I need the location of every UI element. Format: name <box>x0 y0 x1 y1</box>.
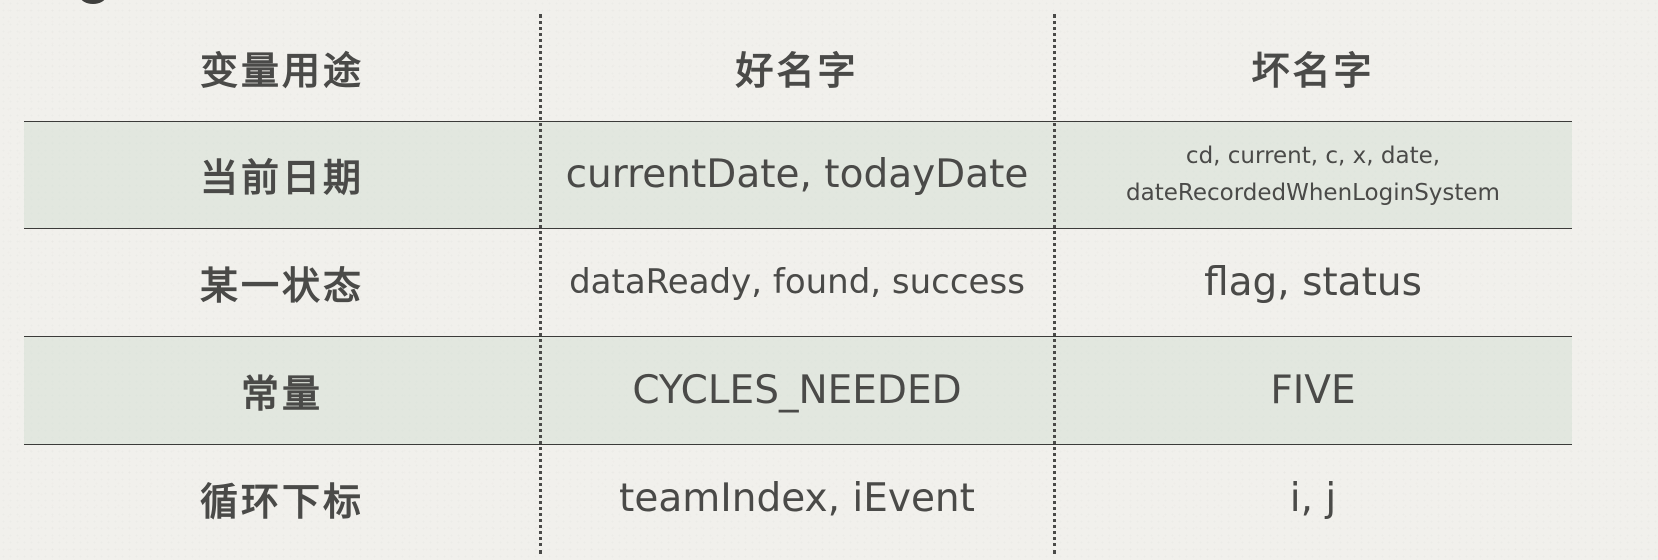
bad-name-text: cd, current, c, x, date, dateRecordedWhe… <box>1126 138 1500 212</box>
cell-purpose: 常量 <box>24 336 540 444</box>
purpose-text: 某一状态 <box>199 263 364 308</box>
table-row: 常量 CYCLES_NEEDED FIVE <box>24 336 1572 444</box>
header-purpose: 变量用途 <box>199 49 364 93</box>
table-header-row: 变量用途 好名字 坏名字 <box>24 14 1572 121</box>
cell-good: dataReady, found, success <box>540 228 1054 336</box>
header-bad-name: 坏名字 <box>1251 49 1375 93</box>
good-name-text: CYCLES_NEEDED <box>632 367 962 413</box>
cell-bad: FIVE <box>1054 336 1572 444</box>
cell-purpose: 某一状态 <box>24 228 540 336</box>
bad-name-text: i, j <box>1289 475 1337 521</box>
header-cell-good: 好名字 <box>540 14 1054 121</box>
naming-table: 变量用途 好名字 坏名字 当前日期 currentDate, todayDate… <box>0 0 1658 560</box>
cell-good: teamIndex, iEvent <box>540 444 1054 552</box>
column-divider <box>539 14 542 554</box>
good-name-text: teamIndex, iEvent <box>619 475 975 521</box>
row-divider <box>24 336 1572 337</box>
table-row: 某一状态 dataReady, found, success flag, sta… <box>24 228 1572 336</box>
cell-bad: i, j <box>1054 444 1572 552</box>
cell-purpose: 循环下标 <box>24 444 540 552</box>
bad-name-text: FIVE <box>1270 367 1356 413</box>
bad-name-text: flag, status <box>1204 259 1422 305</box>
cell-good: currentDate, todayDate <box>540 121 1054 228</box>
header-cell-purpose: 变量用途 <box>24 14 540 121</box>
cell-good: CYCLES_NEEDED <box>540 336 1054 444</box>
bad-name-line-2: dateRecordedWhenLoginSystem <box>1126 179 1500 206</box>
table-row: 当前日期 currentDate, todayDate cd, current,… <box>24 121 1572 228</box>
good-name-text: currentDate, todayDate <box>565 152 1029 197</box>
header-good-name: 好名字 <box>735 49 859 93</box>
bad-name-line-1: cd, current, c, x, date, <box>1185 142 1441 169</box>
purpose-text: 常量 <box>240 371 323 416</box>
row-divider <box>24 444 1572 445</box>
cell-purpose: 当前日期 <box>24 121 540 228</box>
purpose-text: 当前日期 <box>199 156 364 200</box>
good-name-text: dataReady, found, success <box>569 262 1025 302</box>
purpose-text: 循环下标 <box>199 479 364 524</box>
table-row: 循环下标 teamIndex, iEvent i, j <box>24 444 1572 552</box>
column-divider <box>1053 14 1056 554</box>
row-divider <box>24 121 1572 122</box>
header-cell-bad: 坏名字 <box>1054 14 1572 121</box>
cell-bad: cd, current, c, x, date, dateRecordedWhe… <box>1054 121 1572 228</box>
row-divider <box>24 228 1572 229</box>
cell-bad: flag, status <box>1054 228 1572 336</box>
